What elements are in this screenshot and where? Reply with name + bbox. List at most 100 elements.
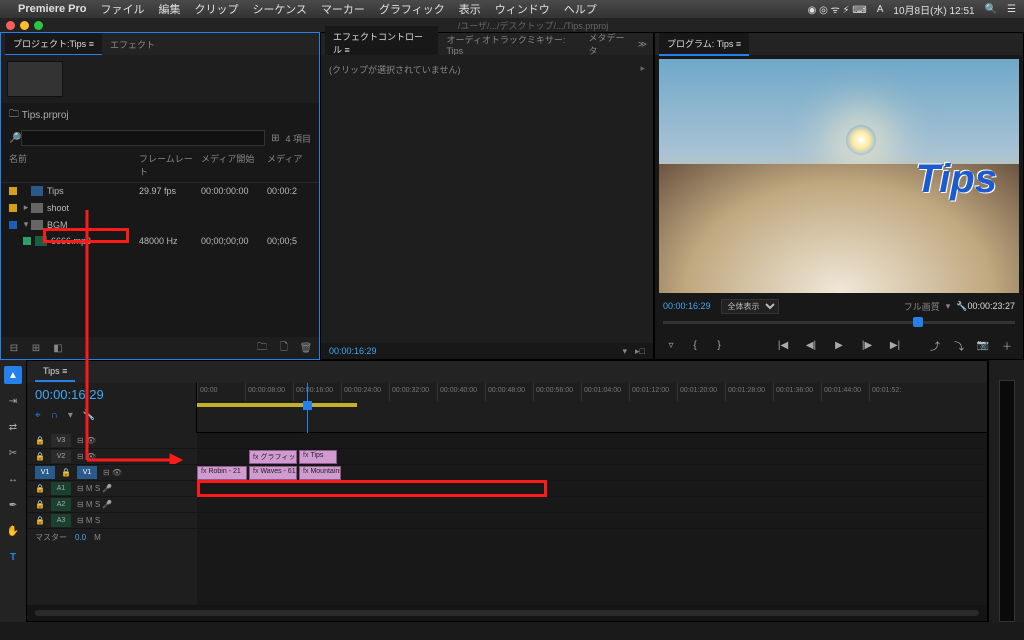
new-item-icon[interactable]: 🗋 — [277, 341, 291, 355]
spotlight-icon[interactable]: 🔍 — [985, 4, 997, 15]
play-icon[interactable]: ▶ — [831, 337, 847, 353]
ime-indicator[interactable]: A — [877, 4, 884, 15]
panel-menu-icon[interactable]: ≫ — [638, 39, 647, 50]
clip-waves[interactable]: fxWaves - 61949.m — [249, 466, 297, 480]
sequence-icon — [31, 186, 43, 196]
add-marker-icon[interactable]: ▿ — [663, 337, 679, 353]
work-area-bar[interactable] — [197, 403, 357, 407]
tab-program[interactable]: プログラム: Tips ≡ — [659, 33, 749, 56]
extract-icon[interactable]: ⤵ — [951, 337, 967, 353]
overlay-title-text: Tips — [915, 157, 997, 202]
effect-controls-panel: エフェクトコントロール ≡ オーディオトラックミキサー: Tips メタデータ … — [320, 32, 654, 360]
mark-out-icon[interactable]: } — [711, 337, 727, 353]
fit-select[interactable]: 全体表示 — [721, 299, 779, 314]
preview-thumbnail — [7, 61, 63, 97]
timeline-tc[interactable]: 00:00:16:29 — [27, 383, 196, 406]
trash-icon[interactable]: 🗑 — [299, 341, 313, 355]
tab-project[interactable]: プロジェクト:Tips ≡ — [5, 33, 102, 56]
menu-window[interactable]: ウィンドウ — [495, 1, 550, 17]
export-frame-icon[interactable]: 📷 — [975, 337, 991, 353]
menu-file[interactable]: ファイル — [100, 1, 144, 17]
go-out-icon[interactable]: ▶| — [887, 337, 903, 353]
settings-icon[interactable]: 🔧 — [83, 410, 95, 421]
project-search-input[interactable] — [21, 130, 265, 146]
item-count: 4 項目 — [285, 132, 311, 145]
program-scrubber[interactable] — [655, 315, 1023, 331]
menu-edit[interactable]: 編集 — [158, 1, 180, 17]
mark-in-icon[interactable]: { — [687, 337, 703, 353]
menu-marker[interactable]: マーカー — [321, 1, 365, 17]
project-columns: 名前 フレームレート メディア開始 メディア — [1, 148, 319, 183]
track-a2[interactable]: A2 — [51, 498, 71, 511]
freeform-view-icon[interactable]: ◧ — [51, 341, 65, 355]
step-fwd-icon[interactable]: |▶ — [859, 337, 875, 353]
button-editor-icon[interactable]: ＋ — [999, 337, 1015, 353]
track-select-tool[interactable]: ⇥ — [4, 392, 22, 410]
audio-icon — [35, 236, 47, 246]
timeline-seq-tab[interactable]: Tips ≡ — [35, 362, 75, 382]
lift-icon[interactable]: ⤴ — [927, 337, 943, 353]
step-back-icon[interactable]: ◀| — [803, 337, 819, 353]
clip-tips-title[interactable]: fxTips — [299, 450, 337, 464]
timeline-panel: Tips ≡ 00:00:16:29 ⌖ ∩ ▾ 🔧 00:0000:00:08… — [26, 360, 988, 622]
program-monitor: プログラム: Tips ≡ Tips 00:00:16:29 全体表示 フル画質… — [654, 32, 1024, 360]
project-item-sequence[interactable]: Tips 29.97 fps 00:00:00:00 00:00:2 — [1, 183, 319, 199]
selection-tool[interactable]: ▲ — [4, 366, 22, 384]
folder-icon — [31, 220, 43, 230]
timeline-ruler[interactable]: 00:0000:00:08:0000:00:16:0000:00:24:0000… — [197, 383, 987, 433]
folder-icon — [31, 203, 43, 213]
effect-toggle-icon[interactable]: ▾ — [623, 346, 628, 357]
track-a3[interactable]: A3 — [51, 514, 71, 527]
app-name[interactable]: Premiere Pro — [18, 3, 86, 15]
go-in-icon[interactable]: |◀ — [775, 337, 791, 353]
zoom-icon[interactable] — [34, 21, 43, 30]
tab-effects[interactable]: エフェクト — [102, 34, 163, 55]
link-icon[interactable]: ∩ — [51, 410, 58, 421]
program-viewer[interactable]: Tips — [659, 59, 1019, 293]
effect-wrench-icon[interactable]: ▸□ — [635, 346, 645, 357]
audio-meters — [988, 360, 1024, 622]
track-v3[interactable]: V3 — [51, 434, 71, 447]
settings-icon[interactable]: 🔧 — [956, 301, 967, 312]
track-v1[interactable]: V1 — [77, 466, 97, 479]
clip-mountains[interactable]: fxMountains — [299, 466, 341, 480]
folder-icon: 🗀 — [9, 107, 19, 124]
zoom-scrollbar[interactable] — [35, 610, 979, 616]
clock: 10月8日(水) 12:51 — [893, 2, 974, 17]
track-area[interactable]: fxグラフィック fxTips fxRobin - 21 fxWaves - 6… — [197, 433, 987, 605]
program-tc[interactable]: 00:00:16:29 — [663, 301, 711, 311]
project-panel: プロジェクト:Tips ≡ エフェクト 🗀 Tips.prproj 🔎 ⊞ 4 … — [0, 32, 320, 360]
hand-tool[interactable]: ✋ — [4, 522, 22, 540]
track-a1[interactable]: A1 — [51, 482, 71, 495]
project-item-folder-shoot[interactable]: ▸shoot — [1, 199, 319, 216]
new-bin-icon[interactable]: 🗀 — [255, 341, 269, 355]
marker-icon[interactable]: ▾ — [68, 410, 73, 421]
track-headers: 🔒V3⊟ 👁 🔒V2⊟ 👁 V1🔒V1⊟ 👁 🔒A1⊟ M S 🎤 🔒A2⊟ M… — [27, 433, 197, 605]
snap-icon[interactable]: ⌖ — [35, 410, 41, 421]
close-icon[interactable] — [6, 21, 15, 30]
type-tool[interactable]: T — [4, 548, 22, 566]
project-item-folder-bgm[interactable]: ▾BGM — [1, 216, 319, 233]
filter-icon[interactable]: ⊞ — [271, 133, 279, 144]
quality-label[interactable]: フル画質 — [904, 300, 940, 313]
empty-message: (クリップが選択されていません) — [329, 65, 460, 75]
clip-graphic[interactable]: fxグラフィック — [249, 450, 297, 464]
project-filename: Tips.prproj — [22, 110, 69, 121]
clip-robin[interactable]: fxRobin - 21 — [197, 466, 247, 480]
control-center-icon[interactable]: ☰ — [1007, 4, 1016, 15]
razor-tool[interactable]: ✂ — [4, 444, 22, 462]
list-view-icon[interactable]: ⊟ — [7, 341, 21, 355]
slip-tool[interactable]: ↔ — [4, 470, 22, 488]
minimize-icon[interactable] — [20, 21, 29, 30]
pen-tool[interactable]: ✒ — [4, 496, 22, 514]
menu-help[interactable]: ヘルプ — [564, 1, 597, 17]
menu-sequence[interactable]: シーケンス — [252, 1, 306, 17]
menu-clip[interactable]: クリップ — [194, 1, 238, 17]
menu-graphic[interactable]: グラフィック — [379, 1, 445, 17]
ripple-tool[interactable]: ⇄ — [4, 418, 22, 436]
effect-tc: 00:00:16:29 — [329, 346, 377, 356]
menu-view[interactable]: 表示 — [459, 1, 481, 17]
project-item-audio[interactable]: 6666.mp3 48000 Hz 00;00;00;00 00;00;5 — [1, 233, 319, 249]
icon-view-icon[interactable]: ⊞ — [29, 341, 43, 355]
track-v2[interactable]: V2 — [51, 450, 71, 463]
